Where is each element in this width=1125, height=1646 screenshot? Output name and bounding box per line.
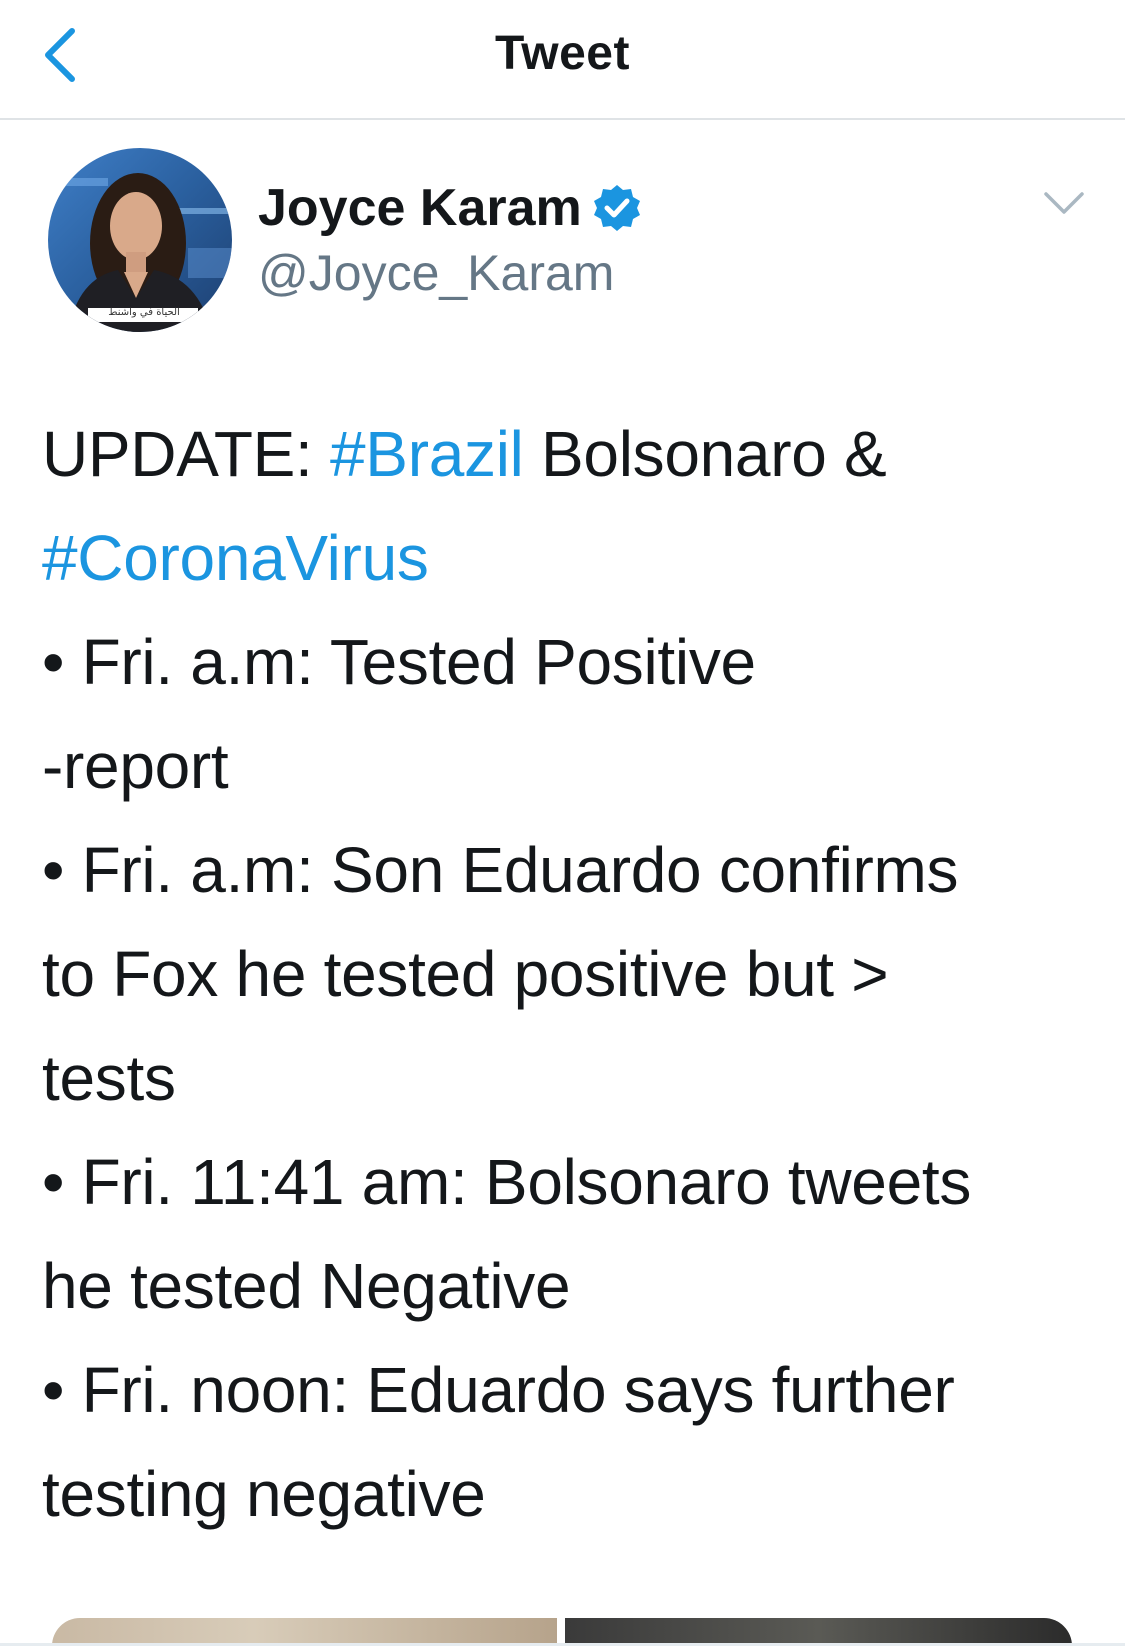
- tweet-text-segment: • Fri. noon: Eduardo says further: [42, 1354, 955, 1426]
- tweet-text-segment: -report: [42, 730, 229, 802]
- more-options-button[interactable]: [1042, 188, 1086, 218]
- tweet-text-line: • Fri. noon: Eduardo says further: [42, 1338, 1112, 1442]
- avatar-image: [48, 148, 232, 332]
- verified-badge-icon: [593, 185, 640, 231]
- page-title: Tweet: [495, 27, 630, 80]
- user-handle[interactable]: @Joyce_Karam: [258, 244, 614, 302]
- navigation-bar: Tweet: [0, 0, 1125, 120]
- tweet-author: الحياة في واشنط Joyce Karam @Joyce_Karam: [0, 148, 1125, 338]
- tweet-text-line: • Fri. a.m: Tested Positive: [42, 610, 1112, 714]
- hashtag-link[interactable]: #Brazil: [330, 418, 524, 490]
- tweet-text: UPDATE: #Brazil Bolsonaro & #CoronaVirus •…: [42, 402, 1112, 1546]
- tweet-text-line: -report: [42, 714, 1112, 818]
- tweet-text-line: to Fox he tested positive but >: [42, 922, 1112, 1026]
- tweet-text-segment: to Fox he tested positive but >: [42, 938, 889, 1010]
- tweet-text-line: • Fri. a.m: Son Eduardo confirms: [42, 818, 1112, 922]
- tweet-text-line: he tested Negative: [42, 1234, 1112, 1338]
- tweet-text-line: tests: [42, 1026, 1112, 1130]
- tweet-media[interactable]: [52, 1618, 1072, 1646]
- tweet-text-segment: testing negative: [42, 1458, 486, 1530]
- tweet-text-segment: UPDATE:: [42, 418, 331, 490]
- tweet-text-segment: tests: [42, 1042, 176, 1114]
- tweet-text-segment: • Fri. 11:41 am: Bolsonaro tweets: [42, 1146, 972, 1218]
- tweet-text-line: #CoronaVirus: [42, 506, 1112, 610]
- avatar-caption: الحياة في واشنط: [108, 307, 180, 318]
- tweet-text-segment: Bolsonaro &: [523, 418, 887, 490]
- media-image-2[interactable]: [565, 1618, 1072, 1646]
- chevron-down-icon: [1044, 192, 1084, 214]
- display-name-row: Joyce Karam: [258, 178, 642, 238]
- display-name[interactable]: Joyce Karam: [258, 178, 582, 238]
- tweet-text-line: UPDATE: #Brazil Bolsonaro &: [42, 402, 1112, 506]
- avatar[interactable]: الحياة في واشنط: [48, 148, 232, 332]
- hashtag-link[interactable]: #CoronaVirus: [42, 522, 429, 594]
- media-image-1[interactable]: [52, 1618, 557, 1646]
- tweet-text-segment: • Fri. a.m: Son Eduardo confirms: [42, 834, 959, 906]
- tweet-text-line: testing negative: [42, 1442, 1112, 1546]
- tweet-text-line: • Fri. 11:41 am: Bolsonaro tweets: [42, 1130, 1112, 1234]
- tweet-text-segment: he tested Negative: [42, 1250, 571, 1322]
- tweet-text-segment: • Fri. a.m: Tested Positive: [42, 626, 756, 698]
